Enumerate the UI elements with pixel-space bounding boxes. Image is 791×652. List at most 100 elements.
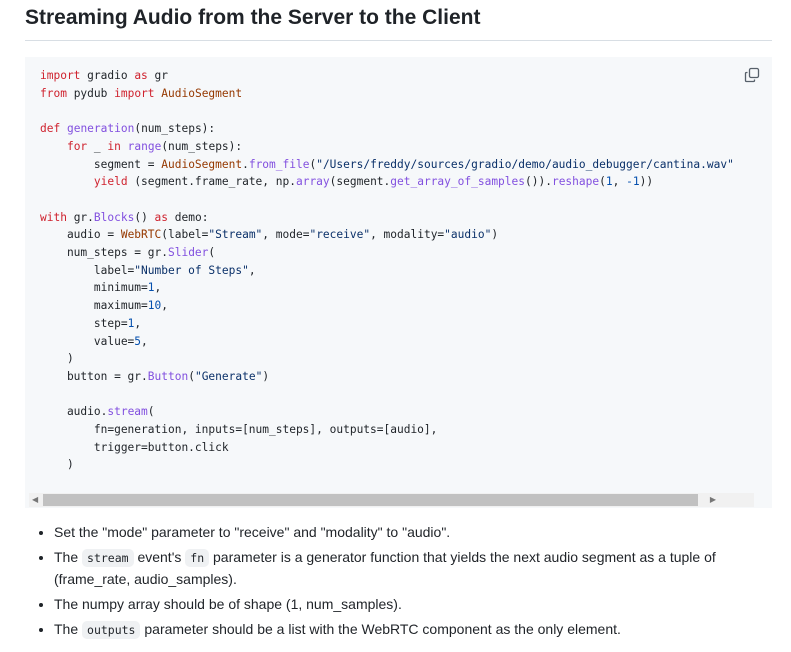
code-line: ) <box>40 350 765 368</box>
code-line: minimum=1, <box>40 279 765 297</box>
code-token: (segment. <box>329 175 391 189</box>
horizontal-scrollbar[interactable]: ◀ ▶ <box>29 493 754 507</box>
code-line: audio.stream( <box>40 403 765 421</box>
code-token: -1 <box>626 175 640 189</box>
code-line: audio = WebRTC(label="Stream", mode="rec… <box>40 226 765 244</box>
code-token: range <box>127 139 162 153</box>
list-text: Set the "mode" parameter to "receive" an… <box>54 524 451 540</box>
code-token: maximum= <box>40 299 148 313</box>
code-token: ) <box>40 458 74 472</box>
code-token: stream <box>107 405 148 419</box>
code-token: Button <box>147 369 189 383</box>
code-line: fn=generation, inputs=[num_steps], outpu… <box>40 421 765 439</box>
code-line: trigger=button.click <box>40 439 765 457</box>
code-token: ( <box>147 405 155 419</box>
code-token: from_file <box>248 157 310 171</box>
code-token: audio = <box>40 228 121 242</box>
code-token: () <box>134 210 155 224</box>
code-line: def generation(num_steps): <box>40 120 765 138</box>
code-token: gr <box>147 69 169 82</box>
code-token: (label= <box>161 228 209 242</box>
list-text: The numpy array should be of shape (1, n… <box>54 596 402 612</box>
code-token: value= <box>40 334 135 348</box>
code-token: , <box>161 299 169 313</box>
code-token: , mode= <box>262 228 310 242</box>
code-line: with gr.Blocks() as demo: <box>40 209 765 227</box>
code-token: import <box>114 86 155 100</box>
inline-code: fn <box>185 549 210 567</box>
code-token: button = gr. <box>40 369 148 383</box>
list-text: event's <box>133 549 186 565</box>
code-token: get_array_of_samples <box>390 175 525 189</box>
code-token: "audio" <box>444 228 492 242</box>
code-token: gr. <box>66 210 94 224</box>
code-token: (num_steps): <box>161 139 243 153</box>
code-token: ) <box>262 369 270 383</box>
code-token: in <box>107 139 121 153</box>
code-token: "Stream" <box>208 228 263 242</box>
code-token: 10 <box>147 299 162 313</box>
code-token: 1 <box>605 175 613 189</box>
code-token: as <box>154 210 169 224</box>
notes-list: Set the "mode" parameter to "receive" an… <box>0 522 754 645</box>
code-line: num_steps = gr.Slider( <box>40 244 765 262</box>
code-token: , modality= <box>370 228 445 242</box>
code-token: , <box>134 316 142 330</box>
code-token: "Generate" <box>194 369 263 383</box>
code-token: AudioSegment <box>161 86 243 100</box>
code-token: for <box>66 139 88 153</box>
code-token: ( <box>208 246 216 260</box>
code-token: (segment.frame_rate, np. <box>127 175 296 189</box>
code-token: 1 <box>147 281 155 295</box>
scrollbar-thumb[interactable] <box>43 494 698 506</box>
code-token: array <box>295 175 330 189</box>
code-line: maximum=10, <box>40 297 765 315</box>
code-line: segment = AudioSegment.from_file("/Users… <box>40 156 765 174</box>
list-text: The <box>54 621 83 637</box>
code-token: . <box>242 157 249 171</box>
scroll-left-icon[interactable]: ◀ <box>32 495 38 504</box>
code-token: def <box>40 122 61 136</box>
code-line: ) <box>40 456 765 474</box>
code-token: import <box>40 69 81 82</box>
code-token: from <box>40 86 67 100</box>
code-line: import gradio as gr <box>40 67 765 85</box>
scroll-right-icon[interactable]: ▶ <box>710 495 716 504</box>
code-line: yield (segment.frame_rate, np.array(segm… <box>40 173 765 191</box>
code-line: from pydub import AudioSegment <box>40 85 765 103</box>
list-text: parameter should be a list with the WebR… <box>140 621 621 637</box>
code-token: gradio <box>80 69 135 82</box>
inline-code: outputs <box>82 621 141 639</box>
code-token: ( <box>188 369 195 383</box>
copy-icon[interactable] <box>744 67 760 83</box>
list-item: The outputs parameter should be a list w… <box>54 619 754 641</box>
code-token: minimum= <box>40 281 148 295</box>
code-token: , <box>612 175 627 189</box>
list-item: The numpy array should be of shape (1, n… <box>54 594 754 615</box>
section-heading: Streaming Audio from the Server to the C… <box>25 6 481 29</box>
code-line: value=5, <box>40 333 765 351</box>
code-token: pydub <box>66 86 115 100</box>
code-token: _ <box>87 139 108 153</box>
code-token: fn=generation, inputs=[num_steps], outpu… <box>40 423 438 437</box>
code-token: "receive" <box>309 228 371 242</box>
list-item: Set the "mode" parameter to "receive" an… <box>54 522 754 543</box>
code-token: "Number of Steps" <box>134 263 249 277</box>
code-token: "/Users/freddy/sources/gradio/demo/audio… <box>316 157 734 171</box>
code-token: , <box>154 281 162 295</box>
code-token: with <box>40 210 67 224</box>
code-token: , <box>141 334 148 348</box>
code-token: reshape <box>551 175 600 189</box>
code-token: Blocks <box>93 210 135 224</box>
divider <box>25 40 772 41</box>
code-line: for _ in range(num_steps): <box>40 138 765 156</box>
code-token: generation <box>66 122 135 136</box>
code-token: segment = <box>40 157 162 171</box>
